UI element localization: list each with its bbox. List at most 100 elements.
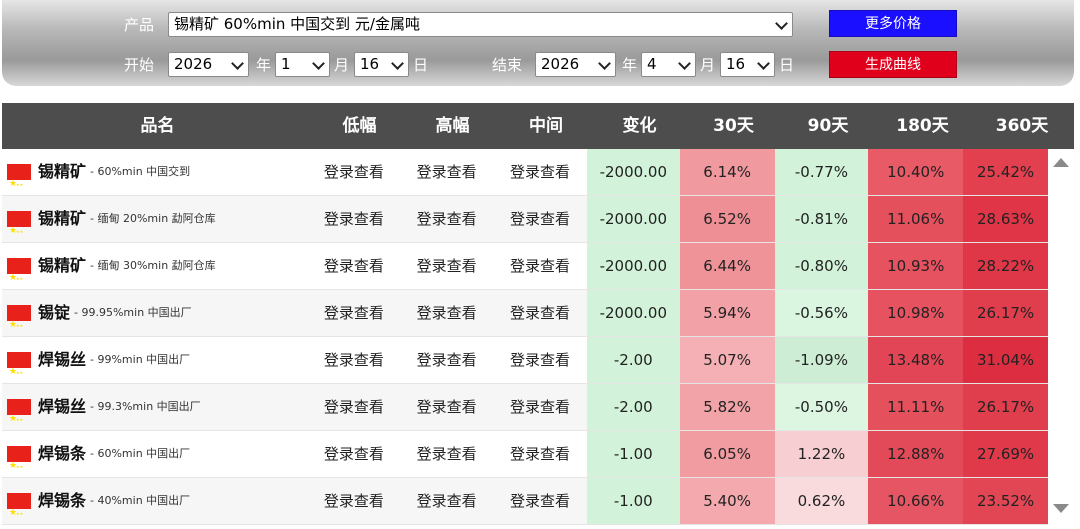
- table-row[interactable]: 焊锡丝- 99%min 中国出厂登录查看登录查看登录查看-2.005.07%-1…: [2, 337, 1048, 396]
- mid-login-link[interactable]: 登录查看: [493, 431, 587, 477]
- product-name-cell[interactable]: 焊锡条 - 40%min 中国出厂: [2, 478, 308, 529]
- year-unit: 年: [256, 56, 272, 74]
- end-day-select[interactable]: 16: [720, 52, 775, 77]
- product-name[interactable]: 焊锡丝: [38, 384, 86, 430]
- china-flag-icon: [7, 443, 31, 490]
- change-value: -2000.00: [586, 290, 680, 336]
- mid-login-link[interactable]: 登录查看: [493, 196, 587, 242]
- product-name[interactable]: 焊锡条: [38, 431, 86, 477]
- high-login-link[interactable]: 登录查看: [400, 337, 493, 383]
- change-360d-value: 25.42%: [963, 149, 1048, 195]
- header-360d: 360天: [995, 116, 1049, 136]
- change-30d-value: 6.44%: [679, 243, 775, 289]
- more-prices-button[interactable]: 更多价格: [829, 10, 957, 37]
- day-unit: 日: [413, 56, 429, 74]
- scroll-up-icon[interactable]: [1053, 158, 1069, 167]
- product-spec-text: 缅甸 30%min 勐阿仓库: [97, 259, 216, 272]
- low-login-link[interactable]: 登录查看: [307, 243, 400, 289]
- product-name[interactable]: 焊锡条: [38, 478, 86, 524]
- low-login-link[interactable]: 登录查看: [307, 431, 400, 477]
- table-row[interactable]: 焊锡丝- 99.3%min 中国出厂登录查看登录查看登录查看-2.005.82%…: [2, 384, 1048, 443]
- change-value: -2000.00: [586, 196, 680, 242]
- change-90d-value: -0.50%: [774, 384, 869, 430]
- product-spec: - 60%min 中国出厂: [90, 447, 191, 460]
- change-30d-value: 6.05%: [679, 431, 775, 477]
- high-login-link[interactable]: 登录查看: [400, 149, 493, 195]
- change-360d-value: 23.52%: [963, 478, 1048, 524]
- chevron-down-icon: [678, 57, 691, 70]
- change-360d-value: 31.04%: [963, 337, 1048, 383]
- scroll-down-icon[interactable]: [1053, 504, 1069, 513]
- product-spec-text: 99%min 中国出厂: [97, 353, 191, 366]
- low-login-link[interactable]: 登录查看: [307, 478, 401, 524]
- table-header: 品名 低幅 高幅 中间 变化 30天 90天 180天 360天: [2, 103, 1074, 149]
- chevron-down-icon: [312, 57, 325, 70]
- end-day-value: 16: [726, 55, 746, 73]
- mid-login-link[interactable]: 登录查看: [493, 243, 587, 289]
- product-name-cell[interactable]: 锡精矿 - 60%min 中国交到: [2, 149, 307, 208]
- generate-curve-button[interactable]: 生成曲线: [829, 51, 957, 78]
- change-180d-value: 13.48%: [868, 337, 964, 383]
- change-180d-value: 12.88%: [868, 431, 964, 477]
- high-login-link[interactable]: 登录查看: [400, 196, 494, 242]
- mid-login-link[interactable]: 登录查看: [493, 384, 587, 430]
- change-360d-value: 26.17%: [963, 290, 1048, 336]
- product-name-cell[interactable]: 焊锡条 - 60%min 中国出厂: [2, 431, 307, 490]
- china-flag-icon: [7, 161, 31, 208]
- table-row[interactable]: 锡精矿- 缅甸 20%min 勐阿仓库登录查看登录查看登录查看-2000.006…: [2, 196, 1048, 255]
- mid-login-link[interactable]: 登录查看: [493, 478, 587, 524]
- product-spec-text: 60%min 中国出厂: [97, 447, 191, 460]
- change-360d-value: 27.69%: [963, 431, 1048, 477]
- change-30d-value: 5.94%: [679, 290, 775, 336]
- start-year-select[interactable]: 2026: [168, 52, 249, 77]
- product-name-cell[interactable]: 锡精矿 - 缅甸 30%min 勐阿仓库: [2, 243, 307, 302]
- product-name[interactable]: 锡精矿: [38, 149, 86, 195]
- chevron-down-icon: [231, 57, 244, 70]
- table-row[interactable]: 锡精矿- 60%min 中国交到登录查看登录查看登录查看-2000.006.14…: [2, 149, 1048, 208]
- product-name[interactable]: 锡锭: [38, 290, 70, 336]
- product-select[interactable]: 锡精矿 60%min 中国交到 元/金属吨: [168, 12, 793, 37]
- change-value: -2000.00: [586, 243, 680, 289]
- product-name-cell[interactable]: 锡精矿 - 缅甸 20%min 勐阿仓库: [2, 196, 308, 255]
- product-spec-text: 99.3%min 中国出厂: [97, 400, 201, 413]
- start-day-select[interactable]: 16: [354, 52, 409, 77]
- end-month-select[interactable]: 4: [641, 52, 696, 77]
- product-spec-text: 40%min 中国出厂: [97, 494, 191, 507]
- day-unit: 日: [779, 56, 795, 74]
- high-login-link[interactable]: 登录查看: [400, 290, 494, 336]
- product-name-cell[interactable]: 焊锡丝 - 99%min 中国出厂: [2, 337, 307, 396]
- table-row[interactable]: 焊锡条- 40%min 中国出厂登录查看登录查看登录查看-1.005.40%0.…: [2, 478, 1048, 529]
- end-year-select[interactable]: 2026: [535, 52, 616, 77]
- china-flag-icon: [7, 302, 31, 349]
- start-month-select[interactable]: 1: [275, 52, 330, 77]
- low-login-link[interactable]: 登录查看: [307, 290, 401, 336]
- mid-login-link[interactable]: 登录查看: [493, 290, 587, 336]
- high-login-link[interactable]: 登录查看: [400, 243, 493, 289]
- change-30d-value: 6.52%: [679, 196, 775, 242]
- low-login-link[interactable]: 登录查看: [307, 337, 400, 383]
- mid-login-link[interactable]: 登录查看: [493, 337, 587, 383]
- mid-login-link[interactable]: 登录查看: [493, 149, 587, 195]
- product-name-cell[interactable]: 锡锭 - 99.95%min 中国出厂: [2, 290, 308, 349]
- header-180d: 180天: [896, 116, 949, 136]
- low-login-link[interactable]: 登录查看: [307, 149, 400, 195]
- table-row[interactable]: 锡锭- 99.95%min 中国出厂登录查看登录查看登录查看-2000.005.…: [2, 290, 1048, 349]
- product-name-cell[interactable]: 焊锡丝 - 99.3%min 中国出厂: [2, 384, 308, 443]
- product-spec: - 99.95%min 中国出厂: [74, 306, 192, 319]
- product-name[interactable]: 锡精矿: [38, 196, 86, 242]
- change-value: -2.00: [586, 384, 680, 430]
- high-login-link[interactable]: 登录查看: [400, 478, 494, 524]
- china-flag-icon: [7, 349, 31, 396]
- high-login-link[interactable]: 登录查看: [400, 431, 493, 477]
- table-row[interactable]: 锡精矿- 缅甸 30%min 勐阿仓库登录查看登录查看登录查看-2000.006…: [2, 243, 1048, 302]
- product-label: 产品: [124, 16, 155, 34]
- low-login-link[interactable]: 登录查看: [307, 384, 401, 430]
- low-login-link[interactable]: 登录查看: [307, 196, 401, 242]
- product-name[interactable]: 锡精矿: [38, 243, 86, 289]
- month-unit: 月: [700, 56, 716, 74]
- product-spec: - 40%min 中国出厂: [90, 494, 191, 507]
- high-login-link[interactable]: 登录查看: [400, 384, 494, 430]
- product-name[interactable]: 焊锡丝: [38, 337, 86, 383]
- table-row[interactable]: 焊锡条- 60%min 中国出厂登录查看登录查看登录查看-1.006.05%1.…: [2, 431, 1048, 490]
- table-scrollbar[interactable]: [1048, 149, 1074, 525]
